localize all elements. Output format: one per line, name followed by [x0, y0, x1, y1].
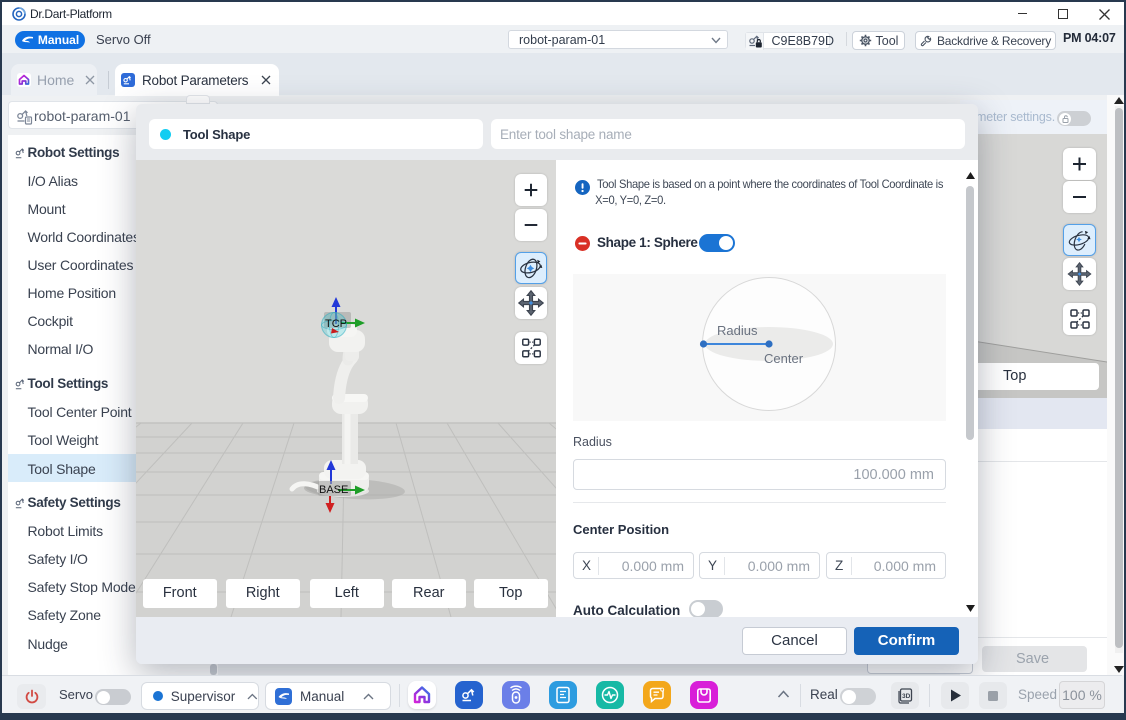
svg-text:Radius: Radius: [717, 323, 758, 338]
svg-text:Center: Center: [764, 351, 804, 366]
svg-text:3D: 3D: [902, 693, 911, 700]
